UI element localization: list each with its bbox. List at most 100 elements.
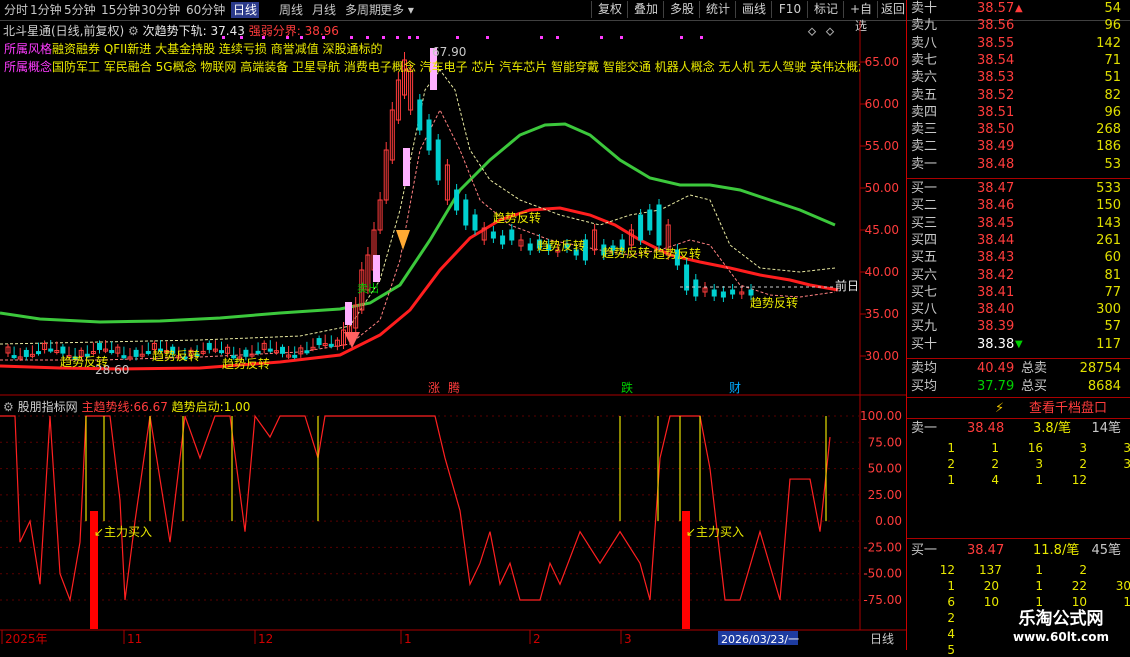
buy-queue-cell: 1 — [1123, 595, 1130, 609]
ind1-label: 次趋势下轨 — [142, 24, 203, 38]
chart-canvas[interactable]: 65.0060.0055.0050.0045.0040.0035.0030.00… — [0, 0, 906, 650]
buy-queue-cell: 1 — [1035, 579, 1043, 593]
candle-body — [500, 235, 506, 245]
buy-queue-cell: 10 — [983, 595, 999, 609]
top-signal-dot — [620, 36, 623, 39]
sub-settings-icon[interactable]: ⚙ — [3, 400, 14, 414]
stock-title: 北斗星通(日线,前复权) — [3, 24, 125, 38]
top-signal-dot — [416, 36, 419, 39]
sub-y-tick: -25.00 — [863, 540, 902, 554]
bid-row-0[interactable]: 买一 38.47 533 — [909, 180, 1129, 197]
date-label-4: 2 — [533, 632, 541, 646]
ma-red-line — [0, 206, 839, 371]
sell-queue-cell: 2 — [991, 457, 999, 471]
sub-y-tick: 0.00 — [875, 514, 902, 528]
candle-body — [23, 349, 29, 357]
candle-body — [109, 350, 115, 354]
buy-queue-cell: 2 — [947, 611, 955, 625]
buy-queue-cell: 1 — [1035, 563, 1043, 577]
top-signal-dot — [366, 36, 369, 39]
ask-row-2[interactable]: 卖八 38.55 142 — [909, 35, 1129, 52]
bid-row-7[interactable]: 买八 38.40 300 — [909, 301, 1129, 318]
watermark: 乐淘公式网 www.60lt.com — [992, 608, 1130, 650]
main-y-tick: 65.00 — [865, 55, 899, 69]
avg-sell-row: 卖均 40.49 总卖 28754 — [911, 361, 1121, 376]
cursor-date: 2026/03/23/一 — [721, 633, 799, 646]
sell-queue-cell: 16 — [1027, 441, 1043, 455]
candle-body — [435, 139, 441, 181]
date-label-3: 1 — [404, 632, 412, 646]
diamond-marker — [807, 27, 817, 36]
main-y-tick: 55.00 — [865, 139, 899, 153]
ask-row-1[interactable]: 卖九 38.56 96 — [909, 17, 1129, 34]
ask-row-8[interactable]: 卖二 38.49 186 — [909, 138, 1129, 155]
top-signal-dot — [540, 36, 543, 39]
top-signal-dot — [486, 36, 489, 39]
candle-body — [693, 279, 699, 297]
candle-body — [463, 199, 469, 226]
top-signal-dot — [700, 36, 703, 39]
prev-close-label: 前日 — [835, 278, 859, 293]
bid-row-6[interactable]: 买七 38.41 77 — [909, 284, 1129, 301]
sell-queue-cell: 4 — [991, 473, 999, 487]
bid-row-3[interactable]: 买四 38.44 261 — [909, 232, 1129, 249]
sub-title: 股朋指标网 — [17, 400, 78, 414]
trend-start-label: 趋势启动: — [171, 400, 224, 414]
high-price-label: 67.90 — [432, 45, 466, 59]
bottom-marker-2: 跌 — [621, 380, 633, 395]
trend-reversal-label: 趋势反转 — [653, 246, 701, 261]
top-signal-dot — [408, 36, 411, 39]
trend-reversal-label: 趋势反转 — [152, 348, 200, 363]
sub-y-tick: 75.00 — [868, 435, 902, 449]
top-signal-dot — [456, 36, 459, 39]
ask-row-0[interactable]: 卖十 38.57 ▲ 54 — [909, 0, 1129, 17]
candle-body — [472, 214, 478, 231]
sell-queue-cell: 3 — [1123, 441, 1130, 455]
buy-queue-cell: 22 — [1071, 579, 1087, 593]
sell-arrow-icon — [396, 230, 410, 250]
trend-start-value: 1.00 — [223, 400, 251, 414]
candle-body — [267, 348, 273, 352]
candle-body — [656, 204, 662, 246]
sub-y-tick: 50.00 — [868, 462, 902, 476]
candle-body — [730, 289, 736, 295]
signal-bar-1 — [373, 255, 380, 282]
ask-row-5[interactable]: 卖五 38.52 82 — [909, 87, 1129, 104]
buy-queue-cell: 30 — [1115, 579, 1130, 593]
bid-row-1[interactable]: 买二 38.46 150 — [909, 197, 1129, 214]
date-label-1: 11 — [127, 632, 142, 646]
ask-row-3[interactable]: 卖七 38.54 71 — [909, 52, 1129, 69]
main-trend-line — [0, 414, 831, 603]
ask-row-7[interactable]: 卖三 38.50 268 — [909, 121, 1129, 138]
book-separator — [907, 538, 1130, 539]
ask-row-4[interactable]: 卖六 38.53 51 — [909, 69, 1129, 86]
signal-bar-2 — [403, 148, 410, 186]
view-depth-button[interactable]: ⚡ 查看千档盘口 — [909, 400, 1129, 417]
buy-queue-cell: 4 — [947, 627, 955, 641]
ind1-value: 37.43 — [210, 24, 245, 38]
trend-reversal-label: 趋势反转 — [60, 354, 108, 369]
bid-row-8[interactable]: 买九 38.39 57 — [909, 318, 1129, 335]
avg-buy-row: 买均 37.79 总买 8684 — [911, 379, 1121, 394]
settings-icon[interactable]: ⚙ — [128, 24, 139, 38]
top-signal-dot — [680, 36, 683, 39]
ask-row-9[interactable]: 卖一 38.48 53 — [909, 156, 1129, 173]
bid-row-9[interactable]: 买十 38.38 ▼ 117 — [909, 336, 1129, 353]
main-buy-label-0: ↙主力买入 — [94, 525, 152, 539]
buy-queue-cell: 10 — [1071, 595, 1087, 609]
buy-queue-cell: 6 — [947, 595, 955, 609]
bid-row-2[interactable]: 买三 38.45 143 — [909, 215, 1129, 232]
trend-reversal-label: 趋势反转 — [537, 238, 585, 253]
candle-body — [60, 346, 66, 354]
bid-row-5[interactable]: 买六 38.42 81 — [909, 267, 1129, 284]
candle-body — [509, 229, 515, 241]
candle-body — [328, 343, 334, 347]
watermark-line1: 乐淘公式网 — [1018, 609, 1104, 629]
style-text: 融资融券 QFII新进 大基金持股 连续亏损 商誉减值 深股通标的 — [52, 42, 383, 56]
bid-row-4[interactable]: 买五 38.43 60 — [909, 249, 1129, 266]
main-y-tick: 45.00 — [865, 223, 899, 237]
main-y-tick: 30.00 — [865, 349, 899, 363]
date-label-2: 12 — [258, 632, 273, 646]
ask-row-6[interactable]: 卖四 38.51 96 — [909, 104, 1129, 121]
ma-green-line — [0, 122, 836, 324]
